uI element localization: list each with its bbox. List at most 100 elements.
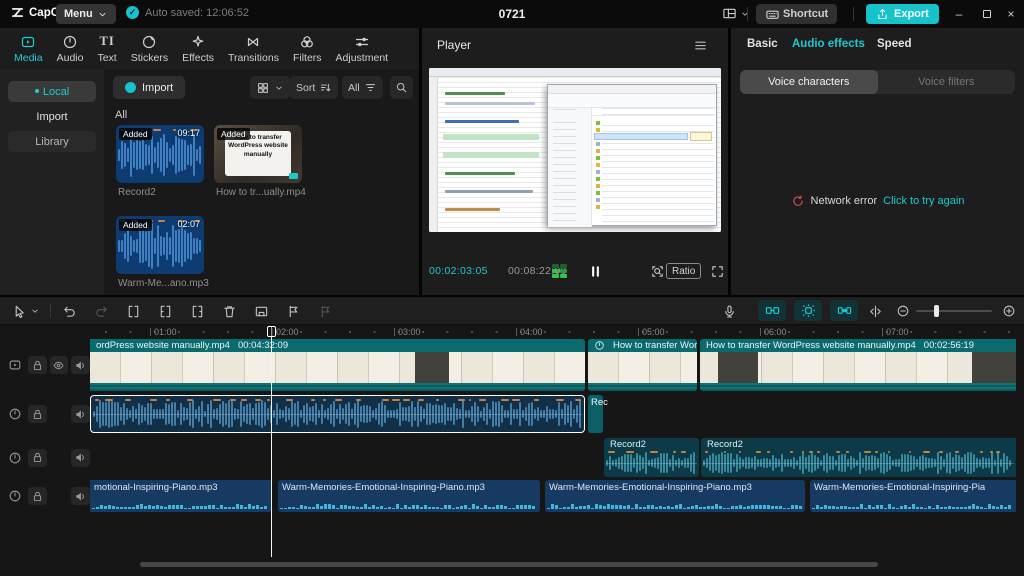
media-item-warm-memories[interactable]: Added 02:07 [116, 216, 204, 274]
marker-button[interactable] [282, 301, 304, 321]
timeline-zoom-slider[interactable] [916, 310, 992, 312]
section-label: All [115, 109, 127, 121]
magnetic-toggle[interactable] [758, 300, 786, 321]
code-decoration [443, 134, 539, 140]
trim-right-button[interactable] [186, 301, 208, 321]
search-button[interactable] [390, 76, 413, 99]
tab-effects[interactable]: Effects [176, 32, 220, 66]
code-decoration [445, 92, 505, 95]
adjustment-icon [354, 34, 370, 50]
layout-button[interactable] [716, 5, 756, 22]
voice-segmented-control: Voice characters Voice filters [740, 70, 1015, 94]
auto-snap-toggle[interactable] [794, 300, 822, 321]
clip-duration: 00:02:56:19 [924, 340, 974, 351]
zoom-out-icon [896, 304, 910, 318]
tab-text[interactable]: TI Text [91, 32, 122, 66]
link-selection-toggle[interactable] [830, 300, 858, 321]
media-item-record2[interactable]: Added 09:17 [116, 125, 204, 183]
menu-button[interactable]: Menu [56, 4, 116, 24]
delete-button[interactable] [218, 301, 240, 321]
select-tool-button[interactable] [8, 301, 30, 321]
player-menu-button[interactable] [687, 37, 714, 54]
fullscreen-button[interactable] [704, 263, 731, 280]
playhead[interactable] [271, 326, 272, 557]
sidebar-item-library[interactable]: Library [8, 131, 96, 152]
timeline-tracks: ordPress website manually.mp4 00:04:32:0… [0, 326, 1016, 576]
filter-button[interactable]: All [342, 76, 383, 99]
media-sidebar: Local Import Library [0, 69, 104, 295]
record-voiceover-button[interactable] [718, 301, 740, 321]
zoom-in-button[interactable] [998, 301, 1020, 321]
tab-media[interactable]: Media [8, 32, 49, 66]
tab-transitions[interactable]: Transitions [222, 32, 285, 66]
flag-dim-icon [318, 304, 333, 319]
select-tool-dropdown[interactable] [28, 301, 42, 321]
export-button[interactable]: Export [866, 4, 939, 24]
player-controls: 00:02:03:05 00:08:22:09 Ratio [422, 262, 728, 282]
audio-clip-record2[interactable]: Record2 [604, 438, 699, 477]
voice-characters-segment[interactable]: Voice characters [740, 70, 878, 94]
transitions-icon [245, 34, 261, 50]
audio-clip-selected[interactable] [90, 395, 585, 433]
magnet-icon [765, 303, 780, 318]
divider [853, 7, 854, 21]
media-item-video[interactable]: Added How to transfer WordPress website … [214, 125, 302, 183]
sidebar-item-local[interactable]: Local [8, 81, 96, 102]
code-decoration [445, 190, 533, 193]
shortcut-button[interactable]: Shortcut [756, 4, 837, 24]
tab-basic[interactable]: Basic [741, 37, 784, 51]
playhead-handle[interactable] [267, 326, 276, 337]
retry-link[interactable]: Click to try again [883, 195, 964, 207]
inspector-tabbar: Basic Audio effects Speed [731, 28, 1024, 62]
tab-filters[interactable]: Filters [287, 32, 328, 66]
divider [50, 304, 51, 318]
import-button[interactable]: Import [113, 76, 185, 99]
undo-button[interactable] [58, 301, 80, 321]
ratio-button[interactable]: Ratio [666, 263, 701, 279]
audio-clip-record2[interactable]: Record2 [701, 438, 1016, 477]
filter-funnel-icon [364, 81, 377, 94]
preview-axis-button[interactable] [864, 301, 886, 321]
tab-speed[interactable]: Speed [871, 37, 918, 51]
music-clip[interactable]: Warm-Memories-Emotional-Inspiring-Piano.… [278, 480, 540, 512]
video-clip[interactable]: ordPress website manually.mp4 00:04:32:0… [90, 339, 585, 391]
pause-button[interactable] [582, 263, 609, 280]
timeline-horizontal-scrollbar[interactable] [140, 562, 878, 567]
pause-icon [588, 264, 603, 279]
close-button[interactable]: × [1000, 5, 1022, 23]
music-clip[interactable]: motional-Inspiring-Piano.mp3 [90, 480, 272, 512]
redo-button[interactable] [90, 301, 112, 321]
split-button[interactable] [122, 301, 144, 321]
tab-audio-effects[interactable]: Audio effects [786, 37, 871, 51]
audio-clip[interactable]: Rec [588, 395, 603, 433]
maximize-button[interactable] [976, 5, 998, 23]
video-clip[interactable]: How to transfer WordPress website manual… [700, 339, 1016, 391]
preview-toolbar-decoration [429, 68, 721, 77]
tab-adjustment[interactable]: Adjustment [330, 32, 395, 66]
music-clip[interactable]: Warm-Memories-Emotional-Inspiring-Pia [810, 480, 1016, 512]
audio-icon [62, 34, 78, 50]
sort-button[interactable]: Sort [290, 76, 338, 99]
video-clip[interactable]: How to transfer Wor [588, 339, 697, 391]
code-decoration [445, 102, 535, 105]
redo-icon [94, 304, 109, 319]
music-clip[interactable]: Warm-Memories-Emotional-Inspiring-Piano.… [545, 480, 805, 512]
tab-audio[interactable]: Audio [51, 32, 90, 66]
waveform-line [92, 503, 270, 509]
voice-filters-segment[interactable]: Voice filters [878, 70, 1016, 94]
view-mode-button[interactable] [250, 76, 290, 99]
freeze-frame-button[interactable] [250, 301, 272, 321]
trim-left-button[interactable] [154, 301, 176, 321]
linked-clips-icon [837, 303, 852, 318]
chevron-down-icon [30, 306, 40, 316]
zoom-slider-handle[interactable] [934, 305, 939, 317]
minimize-button[interactable]: – [948, 5, 970, 23]
added-badge: Added [119, 128, 152, 140]
sidebar-item-import[interactable]: Import [8, 106, 96, 127]
marker-secondary-button[interactable] [314, 301, 336, 321]
tab-stickers[interactable]: Stickers [125, 32, 174, 66]
media-tabbar: Media Audio TI Text Stickers Effects Tra… [0, 28, 419, 69]
zoom-out-button[interactable] [892, 301, 914, 321]
video-preview[interactable] [429, 68, 721, 232]
clip-header: How to transfer Wor [588, 339, 697, 352]
